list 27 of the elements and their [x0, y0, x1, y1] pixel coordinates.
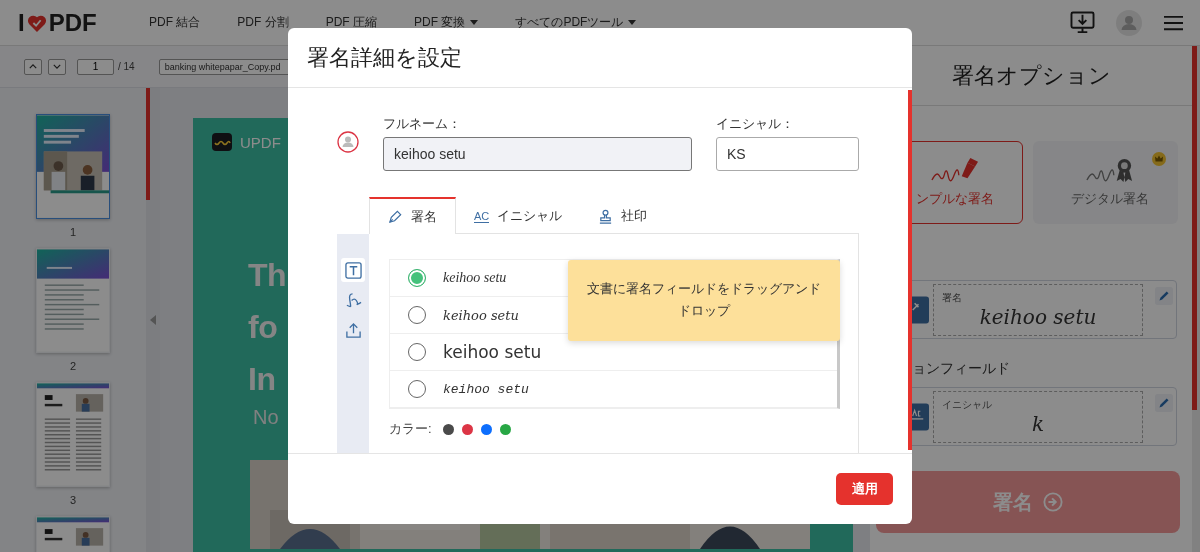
document-subtitle: No: [253, 405, 279, 429]
section-heading: ョンフィールド: [912, 359, 1010, 377]
page-count: / 14: [118, 61, 135, 72]
logo-text: UPDF: [240, 133, 281, 151]
signature-type-label: デジタル署名: [1070, 190, 1149, 208]
signature-text: k: [1031, 411, 1045, 436]
panel-title: 署名オプション: [951, 61, 1111, 90]
document-title: fo: [248, 308, 278, 347]
page-number: 2: [69, 359, 77, 373]
field-label: フルネーム：: [383, 116, 461, 132]
document-title: Th: [248, 256, 287, 295]
signature-text: keihoo setu: [979, 304, 1097, 329]
signature-type-label: ンプルな署名: [915, 190, 994, 208]
field-label: 署名: [942, 290, 962, 305]
page-number: 1: [69, 225, 77, 239]
page-number: 3: [69, 493, 77, 507]
document-title: In: [248, 360, 276, 399]
color-label: カラー:: [389, 420, 432, 438]
logo-text: PDF: [48, 8, 97, 37]
signature-option: keihoo setu: [443, 342, 542, 362]
field-label: イニシャル：: [716, 116, 794, 132]
signature-option: keihoo setu: [443, 381, 529, 397]
field-label: イニシャル: [942, 397, 992, 412]
tooltip: 文書に署名フィールドをドラッグアンドドロップ: [568, 260, 840, 341]
signature-option: keihoo setu: [443, 270, 507, 286]
signature-option: keihoo setu: [443, 307, 519, 323]
logo-text: I: [18, 8, 25, 37]
